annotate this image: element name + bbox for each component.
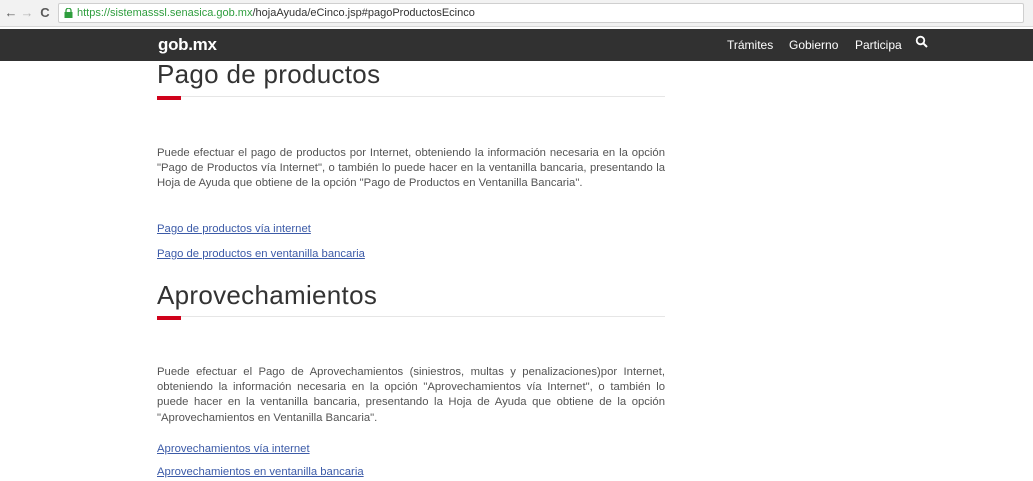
- title-accent-bar: [157, 316, 181, 320]
- title-divider: [157, 96, 665, 97]
- url-path: /hojaAyuda/eCinco.jsp#pagoProductosEcinc…: [252, 7, 475, 19]
- link-pago-productos-ventanilla[interactable]: Pago de productos en ventanilla bancaria: [157, 248, 365, 260]
- title-divider: [157, 316, 665, 317]
- reload-icon[interactable]: C: [38, 5, 52, 21]
- url-text: https://sistemasssl.senasica.gob.mx/hoja…: [77, 6, 475, 20]
- section-title-aprovechamientos: Aprovechamientos: [157, 280, 378, 310]
- link-aprovechamientos-ventanilla[interactable]: Aprovechamientos en ventanilla bancaria: [157, 466, 364, 478]
- section-title-pago-productos: Pago de productos: [157, 59, 381, 89]
- nav-tramites[interactable]: Trámites: [727, 38, 773, 52]
- browser-toolbar: ← → C https://sistemasssl.senasica.gob.m…: [0, 0, 1033, 27]
- back-arrow-icon[interactable]: ←: [4, 5, 18, 21]
- link-pago-productos-internet[interactable]: Pago de productos vía internet: [157, 223, 311, 235]
- nav-gobierno[interactable]: Gobierno: [789, 38, 838, 52]
- url-host: https://sistemasssl.senasica.gob.mx: [77, 7, 253, 19]
- section-paragraph: Puede efectuar el pago de productos por …: [157, 147, 665, 190]
- search-icon[interactable]: [915, 35, 929, 49]
- link-aprovechamientos-internet[interactable]: Aprovechamientos vía internet: [157, 443, 310, 455]
- section-paragraph: Puede efectuar el Pago de Aprovechamient…: [157, 366, 665, 424]
- address-bar[interactable]: https://sistemasssl.senasica.gob.mx/hoja…: [58, 3, 1024, 23]
- forward-arrow-icon[interactable]: →: [20, 5, 34, 21]
- lock-icon: [64, 8, 73, 18]
- gobmx-logo[interactable]: gob.mx: [158, 35, 217, 55]
- title-accent-bar: [157, 96, 181, 100]
- nav-participa[interactable]: Participa: [855, 38, 902, 52]
- site-header: gob.mx Trámites Gobierno Participa: [0, 29, 1033, 61]
